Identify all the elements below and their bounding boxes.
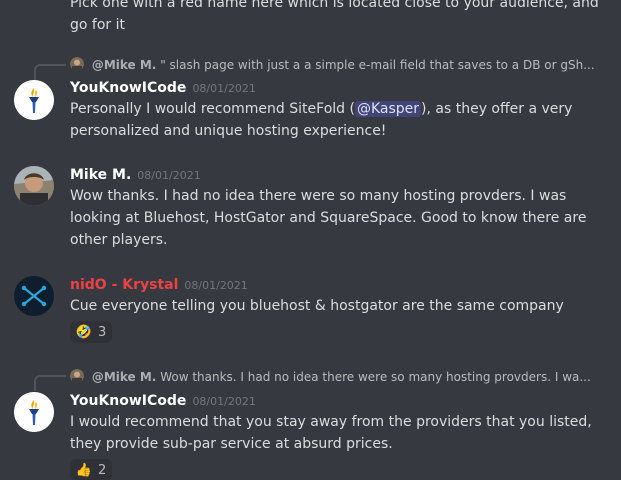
reply-spine — [34, 64, 66, 80]
reply-preview[interactable]: @Mike M. Wow thanks. I had no idea there… — [70, 369, 610, 385]
youknowicode-avatar[interactable] — [14, 80, 54, 120]
message-author[interactable]: Mike M. 08/01/2021 — [70, 166, 201, 185]
mike-avatar[interactable] — [14, 166, 54, 206]
message-text: I would recommend that you stay away fro… — [70, 414, 592, 452]
timestamp: 08/01/2021 — [184, 279, 248, 292]
torch-icon — [14, 392, 54, 432]
reply-text: " slash page with just a a simple e-mail… — [160, 58, 595, 72]
reply-author[interactable]: @Mike M. — [92, 58, 157, 72]
krystal-avatar[interactable] — [14, 276, 54, 316]
reaction-rofl[interactable]: 🤣 3 — [70, 321, 112, 343]
mention-kasper[interactable]: @Kasper — [354, 101, 422, 117]
message-text-partial: Pick one with a red name here which is l… — [70, 0, 610, 36]
message-text: Wow thanks. I had no idea there were so … — [70, 188, 587, 248]
reaction-count: 2 — [97, 462, 107, 478]
timestamp: 08/01/2021 — [192, 395, 256, 408]
youknowicode-avatar[interactable] — [14, 392, 54, 432]
mike-avatar-mini — [70, 57, 84, 71]
thumbs-up-icon: 👍 — [75, 462, 92, 478]
message-line: go for it — [70, 17, 125, 33]
rofl-emoji-icon: 🤣 — [75, 324, 92, 340]
message-text: Cue everyone telling you bluehost & host… — [70, 298, 564, 314]
reply-spine — [34, 375, 66, 391]
message-author[interactable]: YouKnowICode 08/01/2021 — [70, 79, 256, 98]
torch-icon — [14, 80, 54, 120]
message-line: Pick one with a red name here which is l… — [70, 0, 599, 11]
reaction-count: 3 — [97, 324, 107, 340]
message-author[interactable]: nidO - Krystal 08/01/2021 — [70, 276, 248, 295]
message-text: Personally I would recommend SiteFold (@… — [70, 101, 573, 139]
timestamp: 08/01/2021 — [192, 82, 256, 95]
mike-avatar-mini — [70, 369, 84, 383]
reply-author[interactable]: @Mike M. — [92, 370, 157, 384]
reply-preview[interactable]: @Mike M. " slash page with just a a simp… — [70, 57, 610, 73]
reaction-thumbs-up[interactable]: 👍 2 — [70, 459, 112, 480]
chat-messages: Pick one with a red name here which is l… — [0, 0, 621, 480]
timestamp: 08/01/2021 — [137, 169, 201, 182]
reply-text: Wow thanks. I had no idea there were so … — [160, 370, 591, 384]
message-author[interactable]: YouKnowICode 08/01/2021 — [70, 392, 256, 411]
